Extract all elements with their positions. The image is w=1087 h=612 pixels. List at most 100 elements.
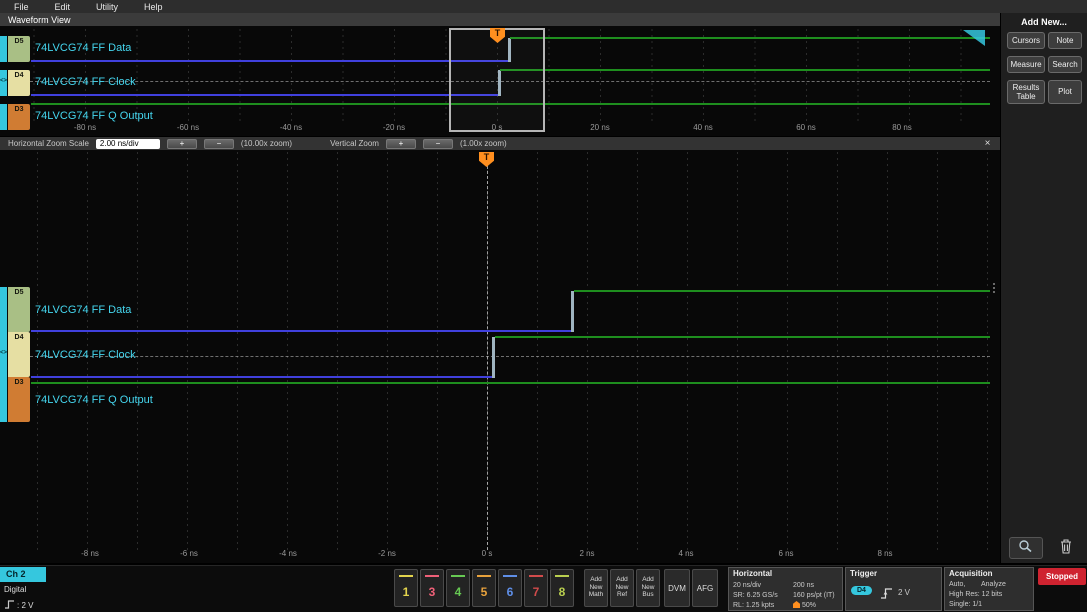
acquisition-panel-title: Acquisition	[949, 569, 993, 578]
channel-tab-d5[interactable]: D5	[8, 36, 30, 62]
trash-button[interactable]	[1049, 537, 1083, 559]
main-center-gridline	[30, 356, 990, 357]
acquisition-panel[interactable]: Acquisition Auto, Analyze High Res: 12 b…	[944, 567, 1034, 611]
menu-utility[interactable]: Utility	[96, 2, 118, 12]
grip-icon[interactable]: <>	[0, 78, 7, 84]
grip-icon[interactable]: <>	[0, 350, 7, 356]
x-tick-label: -8 ns	[81, 549, 99, 558]
overview-waveform-area[interactable]: T D5 <> D4 D3 74LVCG74 FF Data 74LVCG74 …	[0, 26, 1000, 136]
channel-button-3[interactable]: 3	[420, 569, 444, 607]
channel-buttons-row: 1 3 4 5 6 7 8	[394, 569, 574, 607]
main-grid	[30, 152, 990, 550]
horizontal-position: 50%	[793, 601, 816, 609]
trigger-slope-icon	[880, 586, 893, 604]
add-plot-button[interactable]: Plot	[1048, 80, 1082, 104]
clock-waveform-low	[31, 94, 498, 96]
x-tick-label: 6 ns	[778, 549, 794, 558]
clock-waveform-edge	[492, 337, 495, 378]
trigger-panel[interactable]: Trigger D4 2 V	[845, 567, 942, 611]
trigger-position-line	[487, 166, 488, 550]
channel-button-4[interactable]: 4	[446, 569, 470, 607]
add-new-math-button[interactable]: Add New Math	[584, 569, 608, 607]
clock-waveform-low	[31, 376, 492, 378]
add-note-button[interactable]: Note	[1048, 32, 1082, 49]
zoom-mode-button[interactable]	[1009, 537, 1043, 559]
x-tick-label: -4 ns	[279, 549, 297, 558]
bottom-status-bar: Ch 2 Digital : 2 V 1 3 4 5 6 7 8 Add New M…	[0, 565, 1087, 612]
x-tick-label: 8 ns	[877, 549, 893, 558]
x-tick-label: 40 ns	[693, 123, 713, 132]
add-search-button[interactable]: Search	[1048, 56, 1082, 73]
menu-file[interactable]: File	[14, 2, 29, 12]
panel-resize-handle[interactable]	[993, 281, 995, 295]
channel-button-8[interactable]: 8	[550, 569, 574, 607]
stopped-status-badge[interactable]: Stopped	[1038, 568, 1086, 585]
channel-tab-d3[interactable]: D3	[8, 104, 30, 130]
v-zoom-decrease-button[interactable]: −	[422, 138, 453, 149]
dvm-button[interactable]: DVM	[664, 569, 690, 607]
data-waveform-edge	[571, 291, 574, 332]
waveform-view-bar[interactable]: Waveform View	[0, 13, 1000, 26]
afg-button[interactable]: AFG	[692, 569, 718, 607]
resolution: 160 ps/pt (IT)	[793, 592, 835, 599]
h-zoom-increase-button[interactable]: +	[166, 138, 197, 149]
channel-label-d4: 74LVCG74 FF Clock	[35, 349, 136, 361]
x-tick-label: -80 ns	[73, 123, 97, 132]
add-new-title: Add New...	[1021, 17, 1067, 27]
horizontal-scale: 20 ns/div	[733, 582, 762, 589]
horizontal-panel-title: Horizontal	[733, 569, 773, 578]
x-tick-label: 4 ns	[678, 549, 694, 558]
x-tick-label: 80 ns	[892, 123, 912, 132]
channel-button-1[interactable]: 1	[394, 569, 418, 607]
v-zoom-increase-button[interactable]: +	[385, 138, 416, 149]
menu-help[interactable]: Help	[144, 2, 163, 12]
channel-tab-d4[interactable]: D4	[8, 332, 30, 377]
acquisition-mode: Auto,	[949, 581, 966, 588]
add-new-ref-button[interactable]: Add New Ref	[610, 569, 634, 607]
horizontal-zoom-scale-input[interactable]: 2.00 ns/div	[95, 138, 160, 149]
channel-tab-d4[interactable]: D4	[8, 70, 30, 96]
channel-2-threshold: : 2 V	[4, 596, 33, 612]
clock-waveform-high	[495, 336, 990, 338]
horizontal-panel[interactable]: Horizontal 20 ns/div 200 ns SR: 6.25 GS/…	[728, 567, 843, 611]
channel-drag-handle-d3[interactable]	[0, 377, 7, 422]
zoom-toolbar: Horizontal Zoom Scale 2.00 ns/div + − (1…	[0, 137, 1000, 150]
x-tick-label: 0 s	[481, 549, 493, 558]
q-output-waveform-high	[31, 382, 990, 384]
add-new-bus-button[interactable]: Add New Bus	[636, 569, 660, 607]
trigger-panel-title: Trigger	[850, 569, 878, 578]
add-new-row: Add New Math Add New Ref Add New Bus	[584, 569, 660, 607]
record-length: RL: 1.25 kpts	[733, 602, 775, 609]
channel-drag-handle-d5[interactable]	[0, 36, 7, 62]
acquisition-resolution: High Res: 12 bits	[949, 591, 1003, 598]
channel-button-5[interactable]: 5	[472, 569, 496, 607]
h-zoom-decrease-button[interactable]: −	[203, 138, 234, 149]
x-tick-label: 60 ns	[796, 123, 816, 132]
add-results-table-button[interactable]: Results Table	[1007, 80, 1045, 104]
channel-tab-d3[interactable]: D3	[8, 377, 30, 422]
channel-2-badge[interactable]: Ch 2	[0, 567, 46, 582]
zoomed-waveform-area[interactable]: T D5 <> D4 D3 74LVCG74 FF Data 74LVCG74 …	[0, 150, 1000, 563]
acquisition-single: Single: 1/1	[949, 601, 983, 608]
channel-label-d5: 74LVCG74 FF Data	[35, 42, 132, 54]
trash-icon	[1059, 538, 1073, 559]
magnifier-icon	[1018, 539, 1034, 558]
add-cursors-button[interactable]: Cursors	[1007, 32, 1045, 49]
clock-waveform-high	[500, 69, 990, 71]
sample-rate: SR: 6.25 GS/s	[733, 592, 778, 599]
channel-drag-handle-d3[interactable]	[0, 104, 7, 130]
channel-button-6[interactable]: 6	[498, 569, 522, 607]
menu-edit[interactable]: Edit	[55, 2, 71, 12]
acquisition-analyze: Analyze	[981, 581, 1006, 588]
x-tick-label: 20 ns	[590, 123, 610, 132]
zoom-region-icon	[963, 30, 985, 46]
zoom-window-box[interactable]	[449, 28, 545, 132]
x-tick-label: 2 ns	[579, 549, 595, 558]
add-measure-button[interactable]: Measure	[1007, 56, 1045, 73]
channel-label-d3: 74LVCG74 FF Q Output	[35, 110, 153, 122]
channel-drag-handle-d5[interactable]	[0, 287, 7, 332]
close-zoom-icon[interactable]: ×	[981, 137, 994, 150]
trigger-level: 2 V	[898, 588, 911, 597]
channel-button-7[interactable]: 7	[524, 569, 548, 607]
channel-tab-d5[interactable]: D5	[8, 287, 30, 332]
